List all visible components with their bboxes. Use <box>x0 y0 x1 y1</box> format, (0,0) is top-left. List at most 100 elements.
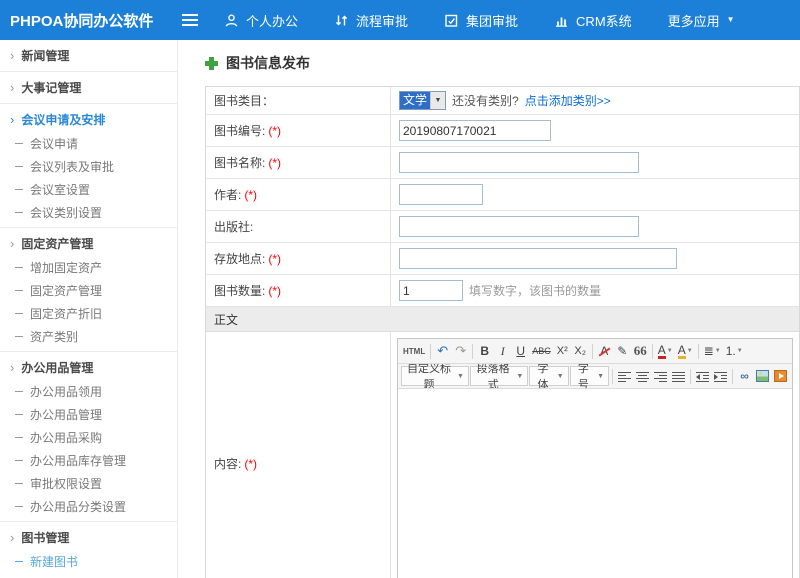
sidebar-subitem-meeting-category[interactable]: 会议类别设置 <box>0 201 177 224</box>
sidebar-subitem-label: 办公用品管理 <box>30 406 102 423</box>
remove-format-button[interactable]: A <box>596 341 613 361</box>
highlight-color-button[interactable]: A ▼ <box>676 341 695 361</box>
nav-crm-system[interactable]: CRM系统 <box>554 11 632 30</box>
form-row-quantity: 图书数量: (*) 填写数字，该图书的数量 <box>206 275 799 307</box>
align-center-button[interactable] <box>634 366 651 386</box>
media-icon <box>774 370 787 382</box>
dash-icon <box>15 437 23 438</box>
dash-icon <box>15 212 23 213</box>
redo-button[interactable]: ↷ <box>452 341 469 361</box>
editor-content-area[interactable] <box>398 389 792 578</box>
strikethrough-button[interactable]: ABC <box>530 341 553 361</box>
field-label-cell: 图书名称: (*) <box>206 147 391 178</box>
toolbar-separator <box>592 344 593 359</box>
sidebar-subitem-label: 会议列表及审批 <box>30 158 114 175</box>
sidebar-subitem-asset-category[interactable]: 资产类别 <box>0 325 177 348</box>
sidebar-subitem-add-asset[interactable]: 增加固定资产 <box>0 256 177 279</box>
numbered-list-button[interactable]: 1. ▼ <box>724 341 745 361</box>
location-input[interactable] <box>399 248 677 269</box>
book-form: 图书类目： 文学 ▼ 还没有类别? 点击添加类别>> 图书编号: (* <box>205 86 800 578</box>
sidebar-subitem-label: 会议室设置 <box>30 181 90 198</box>
sidebar-subitem-approval-permission[interactable]: 审批权限设置 <box>0 472 177 495</box>
nav-label: 个人办公 <box>246 11 298 30</box>
nav-more-apps[interactable]: 更多应用 ▼ <box>668 11 735 30</box>
main-content: 图书信息发布 图书类目： 文学 ▼ 还没有类别? 点击添加类别>> <box>178 40 800 578</box>
indent-increase-icon <box>714 371 727 382</box>
sidebar-subitem-meeting-list[interactable]: 会议列表及审批 <box>0 155 177 178</box>
paragraph-format-dropdown[interactable]: 段落格式 ▼ <box>470 366 528 386</box>
custom-title-dropdown[interactable]: 自定义标题 ▼ <box>401 366 469 386</box>
category-select[interactable]: 文学 ▼ <box>399 91 446 110</box>
field-label-cell: 出版社: <box>206 211 391 242</box>
nav-personal-office[interactable]: 个人办公 <box>224 11 298 30</box>
field-value-cell <box>391 243 799 274</box>
chevron-down-icon: ▼ <box>457 373 464 380</box>
publisher-input[interactable] <box>399 216 639 237</box>
rich-text-editor: HTML ↶ ↷ B I U ABC X² X₂ <box>397 338 793 578</box>
undo-button[interactable]: ↶ <box>434 341 451 361</box>
align-justify-button[interactable] <box>670 366 687 386</box>
sidebar-subitem-asset-manage[interactable]: 固定资产管理 <box>0 279 177 302</box>
sidebar-subitem-supplies-inventory[interactable]: 办公用品库存管理 <box>0 449 177 472</box>
sidebar-subitem-supplies-manage[interactable]: 办公用品管理 <box>0 403 177 426</box>
sidebar-item-label: 会议申请及安排 <box>21 111 105 128</box>
dash-icon <box>15 290 23 291</box>
subscript-button[interactable]: X₂ <box>572 341 589 361</box>
align-left-button[interactable] <box>616 366 633 386</box>
dash-icon <box>15 391 23 392</box>
html-source-button[interactable]: HTML <box>401 341 427 361</box>
image-button[interactable] <box>754 366 771 386</box>
menu-toggle-button[interactable] <box>178 10 202 30</box>
sidebar-subitem-supplies-claim[interactable]: 办公用品领用 <box>0 380 177 403</box>
superscript-button[interactable]: X² <box>554 341 571 361</box>
indent-increase-button[interactable] <box>712 366 729 386</box>
indent-decrease-button[interactable] <box>694 366 711 386</box>
app-logo: PHPOA协同办公软件 <box>0 10 178 31</box>
sidebar-subitem-meeting-room[interactable]: 会议室设置 <box>0 178 177 201</box>
required-marker: (*) <box>268 124 281 138</box>
sidebar-subitem-label: 固定资产管理 <box>30 282 102 299</box>
sidebar-item-office-supplies[interactable]: › 办公用品管理 <box>0 355 177 380</box>
book-name-input[interactable] <box>399 152 639 173</box>
format-painter-button[interactable]: ✎ <box>614 341 631 361</box>
font-size-dropdown[interactable]: 字号 ▼ <box>570 366 609 386</box>
quantity-input[interactable] <box>399 280 463 301</box>
form-row-category: 图书类目： 文学 ▼ 还没有类别? 点击添加类别>> <box>206 87 799 115</box>
sidebar-subitem-label: 会议申请 <box>30 135 78 152</box>
sidebar-subitem-book-manage[interactable]: 图书管理 <box>0 573 177 578</box>
author-input[interactable] <box>399 184 483 205</box>
field-value-cell <box>391 115 799 146</box>
sidebar-subitem-supplies-purchase[interactable]: 办公用品采购 <box>0 426 177 449</box>
nav-label: 集团审批 <box>466 11 518 30</box>
font-color-button[interactable]: A ▼ <box>656 341 675 361</box>
sidebar-item-books[interactable]: › 图书管理 <box>0 525 177 550</box>
sidebar-subitem-meeting-apply[interactable]: 会议申请 <box>0 132 177 155</box>
sidebar-subitem-supplies-category[interactable]: 办公用品分类设置 <box>0 495 177 518</box>
sidebar-item-meetings[interactable]: › 会议申请及安排 <box>0 107 177 132</box>
nav-group-approval[interactable]: 集团审批 <box>444 11 518 30</box>
align-right-button[interactable] <box>652 366 669 386</box>
link-button[interactable]: ∞ <box>736 366 753 386</box>
sidebar-subitem-label: 审批权限设置 <box>30 475 102 492</box>
align-justify-icon <box>672 371 685 382</box>
sidebar-subitem-asset-depreciation[interactable]: 固定资产折旧 <box>0 302 177 325</box>
font-family-dropdown[interactable]: 字体 ▼ <box>529 366 568 386</box>
chevron-down-icon: ▼ <box>737 348 743 354</box>
blockquote-button[interactable]: 66 <box>632 341 649 361</box>
underline-button[interactable]: U <box>512 341 529 361</box>
sidebar-item-fixed-assets[interactable]: › 固定资产管理 <box>0 231 177 256</box>
media-button[interactable] <box>772 366 789 386</box>
required-marker: (*) <box>268 284 281 298</box>
bullet-list-button[interactable]: ≣ ▼ <box>702 341 723 361</box>
italic-button[interactable]: I <box>494 341 511 361</box>
add-category-link[interactable]: 点击添加类别>> <box>525 92 611 109</box>
field-label: 内容: <box>214 455 241 472</box>
bold-button[interactable]: B <box>476 341 493 361</box>
section-title: 正文 <box>214 311 238 328</box>
sidebar-item-news[interactable]: › 新闻管理 <box>0 43 177 68</box>
sidebar-item-memorabilia[interactable]: › 大事记管理 <box>0 75 177 100</box>
nav-process-approval[interactable]: 流程审批 <box>334 11 408 30</box>
sidebar-subitem-new-book[interactable]: 新建图书 <box>0 550 177 573</box>
dash-icon <box>15 506 23 507</box>
book-no-input[interactable] <box>399 120 551 141</box>
